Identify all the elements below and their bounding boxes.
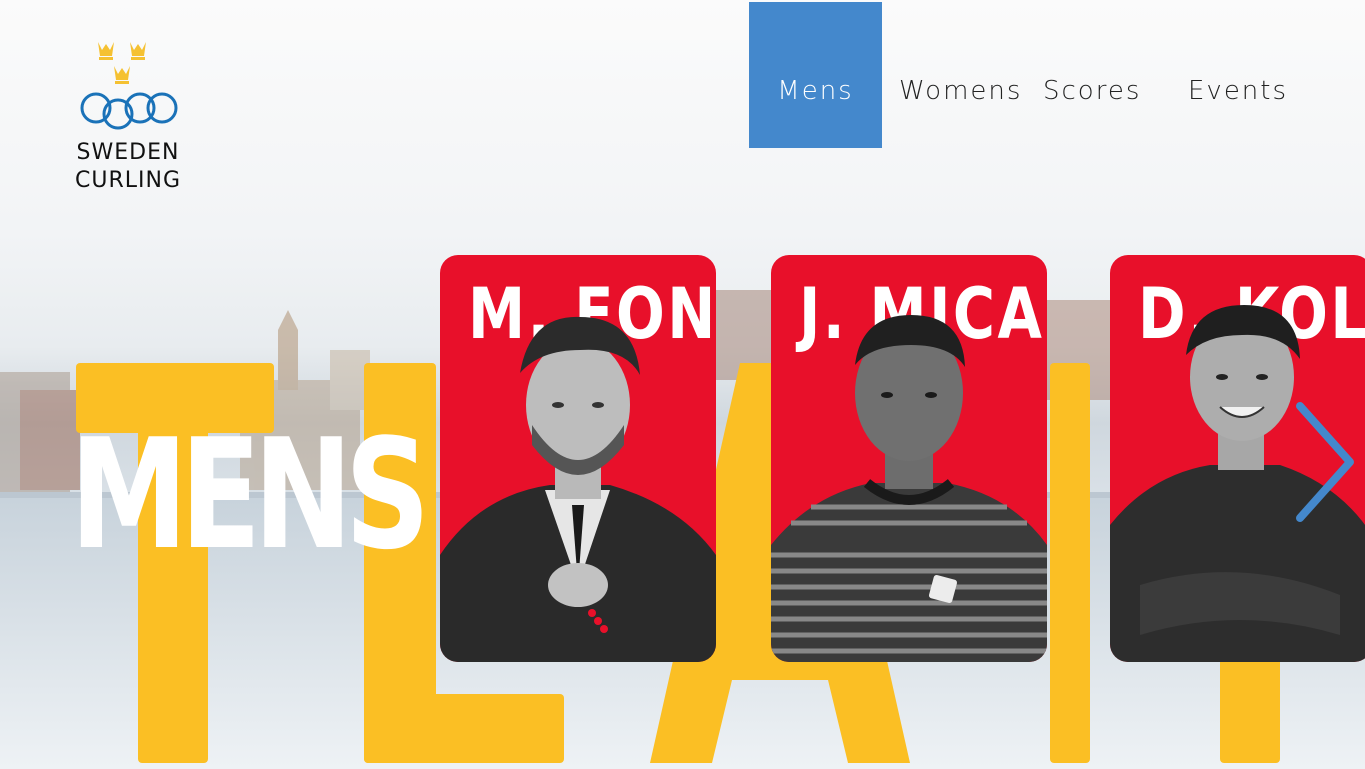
nav-item-womens[interactable]: Womens: [899, 2, 1022, 148]
nav-item-scores[interactable]: Scores: [1043, 2, 1141, 148]
nav-item-mens[interactable]: Mens: [749, 2, 882, 148]
rings-icon: [80, 92, 178, 130]
player-card[interactable]: J. MICA: [771, 255, 1047, 662]
nav-item-events[interactable]: Events: [1188, 2, 1288, 148]
page-heading-mens: MENS: [70, 406, 430, 583]
crowns-rings-emblem: [80, 42, 178, 130]
player-photo: [440, 316, 716, 662]
logo-line-sweden: SWEDEN: [76, 140, 180, 165]
player-photo: [771, 315, 1047, 662]
chevron-right-icon[interactable]: [1290, 400, 1360, 524]
crown-icon: [98, 42, 146, 84]
logo-line-curling: CURLING: [75, 168, 181, 193]
player-card[interactable]: M. FON: [440, 255, 716, 662]
sweden-curling-logo[interactable]: SWEDEN CURLING: [66, 38, 190, 198]
